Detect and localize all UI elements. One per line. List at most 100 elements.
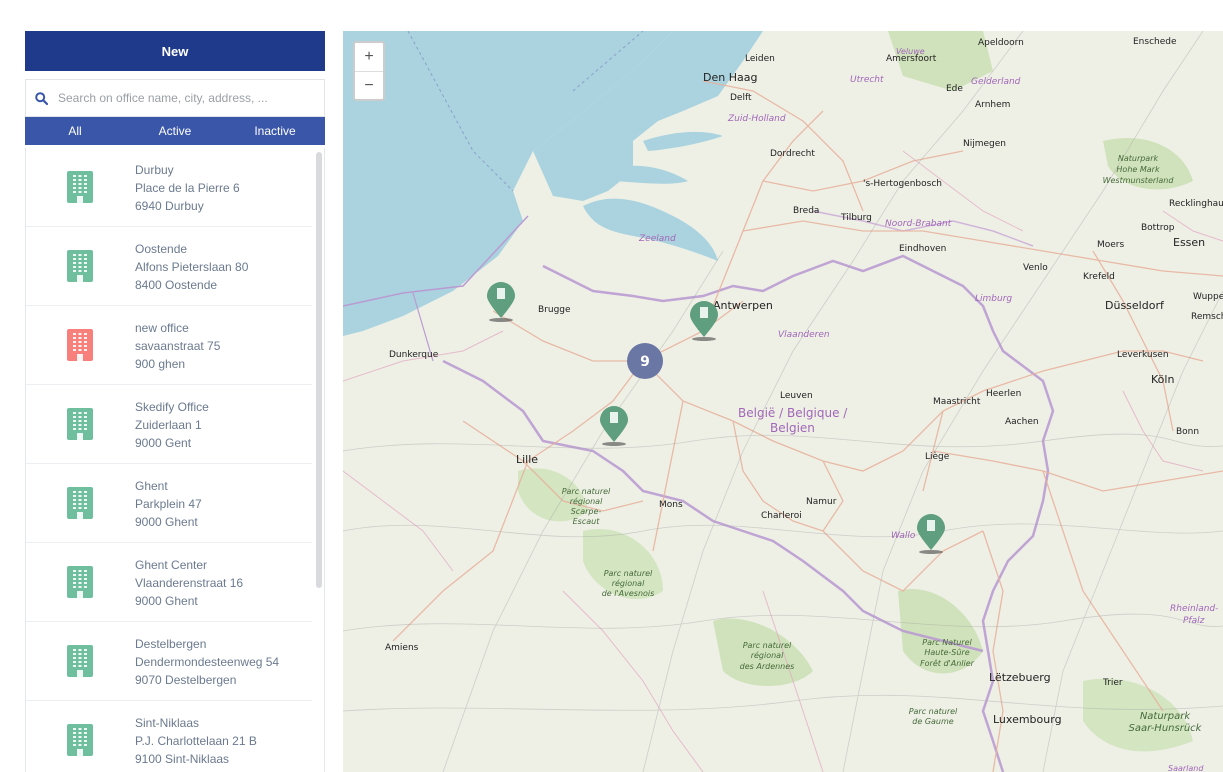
office-list-item[interactable]: Sint-Niklaas P.J. Charlottelaan 21 B 910…: [26, 701, 312, 772]
office-name: Skedify Office: [135, 400, 209, 414]
offices-map[interactable]: Den Haag Leiden Delft Dordrecht Amersfoo…: [343, 31, 1223, 772]
map-label-np-saar: Naturpark: [1140, 711, 1192, 722]
map-marker-oostende[interactable]: [487, 282, 515, 322]
map-label-utrecht: Utrecht: [850, 75, 884, 85]
map-cluster-ghent[interactable]: 9: [627, 343, 663, 379]
map-label-bonn: Bonn: [1176, 427, 1199, 437]
map-marker-kortrijk[interactable]: [600, 406, 628, 446]
office-street: savaanstraat 75: [135, 339, 221, 353]
office-city: 9000 Ghent: [135, 515, 198, 529]
new-office-button[interactable]: New: [25, 31, 325, 71]
building-icon: [67, 724, 93, 756]
map-label-dunkerque: Dunkerque: [389, 350, 439, 360]
map-label-pn-avesnois-3: de l'Avesnois: [602, 589, 655, 598]
map-label-np-hohe-mark-2: Hohe Mark: [1116, 165, 1160, 174]
building-icon: [67, 408, 93, 440]
office-street: P.J. Charlottelaan 21 B: [135, 734, 257, 748]
building-icon: [67, 250, 93, 282]
office-street: Zuiderlaan 1: [135, 418, 202, 432]
map-label-gelderland: Gelderland: [971, 77, 1021, 87]
office-street: Alfons Pieterslaan 80: [135, 260, 249, 274]
office-sidebar: New All Active Inactive: [25, 31, 325, 772]
office-city: 8400 Oostende: [135, 278, 218, 292]
map-label-heerlen: Heerlen: [986, 389, 1021, 399]
map-label-enschede: Enschede: [1133, 37, 1177, 47]
status-tabs: All Active Inactive: [25, 117, 325, 145]
office-name: Ghent Center: [135, 558, 208, 572]
tab-active[interactable]: Active: [125, 117, 225, 145]
zoom-control: + −: [353, 41, 385, 101]
office-name: new office: [135, 321, 189, 335]
office-city: 900 ghen: [135, 357, 186, 371]
map-label-trier: Trier: [1102, 678, 1123, 688]
map-label-moers: Moers: [1097, 240, 1125, 250]
map-label-np-hohe-mark-3: Westmunsterland: [1103, 176, 1175, 185]
map-label-aachen: Aachen: [1005, 417, 1039, 427]
office-list: Durbuy Place de la Pierre 6 6940 Durbuy …: [25, 148, 325, 772]
zoom-in-button[interactable]: +: [355, 43, 383, 72]
map-label-hertogenbosch: 's-Hertogenbosch: [863, 179, 942, 189]
map-label-venlo: Venlo: [1023, 263, 1048, 273]
map-label-belgie: België / Belgique /: [738, 406, 848, 420]
office-street: Place de la Pierre 6: [135, 181, 240, 195]
map-label-apeldoorn: Apeldoorn: [978, 38, 1024, 48]
map-label-mons: Mons: [659, 500, 683, 510]
map-marker-durbuy[interactable]: [917, 514, 945, 554]
map-label-pn-gaume: Parc naturel: [909, 707, 958, 716]
office-list-item[interactable]: Durbuy Place de la Pierre 6 6940 Durbuy: [26, 148, 312, 227]
map-label-leuven: Leuven: [780, 391, 813, 401]
map-label-charleroi: Charleroi: [761, 511, 802, 521]
office-city: 6940 Durbuy: [135, 199, 204, 213]
map-label-pfalz: Pfalz: [1183, 616, 1205, 626]
tab-all[interactable]: All: [25, 117, 125, 145]
map-label-pn-avesnois-2: régional: [612, 578, 645, 588]
map-label-dordrecht: Dordrecht: [770, 149, 815, 159]
building-icon: [67, 171, 93, 203]
zoom-out-button[interactable]: −: [355, 72, 383, 100]
office-city: 9100 Sint-Niklaas: [135, 752, 230, 766]
map-label-essen: Essen: [1173, 236, 1205, 249]
map-label-vlaanderen: Vlaanderen: [778, 330, 830, 340]
map-label-recklinghausen: Recklinghau: [1169, 199, 1223, 209]
cluster-count: 9: [640, 354, 650, 370]
office-list-item[interactable]: Destelbergen Dendermondesteenweg 54 9070…: [26, 622, 312, 701]
map-label-ede: Ede: [946, 84, 963, 94]
office-city: 9000 Gent: [135, 436, 192, 450]
map-label-noord-brabant: Noord-Brabant: [885, 219, 952, 229]
map-label-arnhem: Arnhem: [975, 100, 1010, 110]
map-label-rheinland: Rheinland-: [1170, 604, 1218, 614]
map-label-pn-ardennes: Parc naturel: [743, 641, 792, 650]
map-canvas: Den Haag Leiden Delft Dordrecht Amersfoo…: [343, 31, 1223, 772]
office-list-item[interactable]: Ghent Parkplein 47 9000 Ghent: [26, 464, 312, 543]
building-icon: [67, 487, 93, 519]
map-label-eindhoven: Eindhoven: [899, 244, 946, 254]
map-label-pn-scarpe-4: Escaut: [573, 517, 601, 526]
map-label-breda: Breda: [793, 206, 819, 216]
office-street: Dendermondesteenweg 54: [135, 655, 280, 669]
tab-inactive[interactable]: Inactive: [225, 117, 325, 145]
map-label-pn-haute-sure: Parc Naturel: [922, 638, 972, 647]
office-list-item[interactable]: Oostende Alfons Pieterslaan 80 8400 Oost…: [26, 227, 312, 306]
office-list-item[interactable]: Ghent Center Vlaanderenstraat 16 9000 Gh…: [26, 543, 312, 622]
map-label-pn-haute-sure-2: Haute-Sûre: [924, 647, 969, 657]
office-name: Sint-Niklaas: [135, 716, 200, 730]
map-label-delft: Delft: [730, 93, 752, 103]
list-scrollbar[interactable]: [316, 152, 322, 588]
map-label-np-saar-2: Saar-Hunsrück: [1129, 723, 1203, 734]
office-list-item[interactable]: Skedify Office Zuiderlaan 1 9000 Gent: [26, 385, 312, 464]
office-street: Parkplein 47: [135, 497, 202, 511]
map-label-amiens: Amiens: [385, 643, 419, 653]
map-label-koln: Köln: [1151, 373, 1174, 386]
office-street: Vlaanderenstraat 16: [135, 576, 244, 590]
building-icon: [67, 566, 93, 598]
map-label-nijmegen: Nijmegen: [963, 139, 1006, 149]
office-city: 9000 Ghent: [135, 594, 198, 608]
map-label-namur: Namur: [806, 497, 837, 507]
map-label-limburg: Limburg: [975, 294, 1012, 304]
office-list-item[interactable]: new office savaanstraat 75 900 ghen: [26, 306, 312, 385]
search-input[interactable]: [56, 90, 320, 106]
office-name: Durbuy: [135, 163, 174, 177]
map-label-np-hohe-mark: Naturpark: [1118, 154, 1159, 163]
map-label-lille: Lille: [516, 453, 538, 466]
map-label-zuid-holland: Zuid-Holland: [727, 114, 786, 124]
